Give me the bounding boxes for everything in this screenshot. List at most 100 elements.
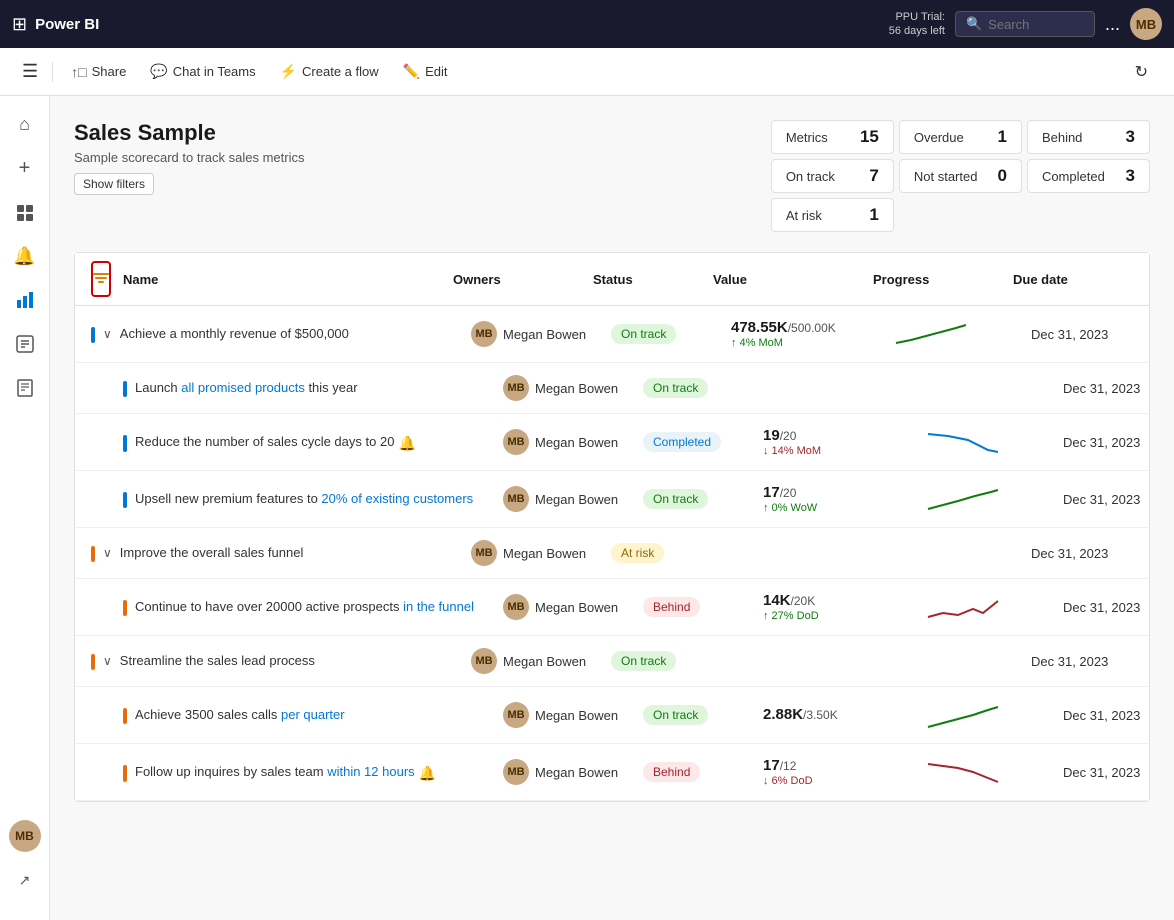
owner-cell: MB Megan Bowen — [503, 702, 643, 728]
name-link[interactable]: per quarter — [281, 707, 345, 722]
owner-name: Megan Bowen — [535, 765, 618, 780]
more-options-button[interactable]: ... — [1105, 14, 1120, 35]
name-link[interactable]: within 12 hours — [327, 764, 414, 779]
refresh-button[interactable]: ↻ — [1125, 56, 1158, 88]
table-headers: Name Owners Status Value Progress Due da… — [123, 272, 1133, 287]
expand-button[interactable]: ∨ — [103, 327, 112, 341]
value-sub: ↑ 0% WoW — [763, 502, 923, 514]
owner-avatar: MB — [503, 429, 529, 455]
status-cell: On track — [611, 324, 731, 344]
user-avatar[interactable]: MB — [1130, 8, 1162, 40]
flow-icon: ⚡ — [280, 63, 297, 80]
owner-avatar: MB — [471, 321, 497, 347]
owner-avatar: MB — [503, 594, 529, 620]
value-main: 478.55K/500.00K — [731, 319, 836, 336]
table-row[interactable]: ∨ Improve the overall sales funnel MB Me… — [75, 528, 1149, 579]
filter-row: Name Owners Status Value Progress Due da… — [75, 253, 1149, 306]
name-with-icon: Follow up inquires by sales team within … — [135, 763, 436, 782]
sidebar-item-home[interactable]: ⌂ — [5, 104, 45, 144]
due-date: Dec 31, 2023 — [1063, 492, 1174, 507]
filter-button[interactable] — [91, 261, 111, 297]
status-cell: On track — [611, 651, 731, 671]
owner-name: Megan Bowen — [535, 708, 618, 723]
toolbar-separator — [52, 62, 53, 82]
owner-cell: MB Megan Bowen — [503, 594, 643, 620]
table-row[interactable]: Follow up inquires by sales team within … — [75, 744, 1149, 801]
header-name: Name — [123, 272, 453, 287]
ppu-trial: PPU Trial: 56 days left — [889, 10, 945, 39]
status-badge: Behind — [643, 597, 700, 617]
expand-button[interactable]: ∨ — [103, 546, 112, 560]
name-link[interactable]: in the funnel — [403, 599, 474, 614]
table-row[interactable]: Reduce the number of sales cycle days to… — [75, 414, 1149, 471]
edit-icon: ✏️ — [403, 63, 420, 80]
table-row[interactable]: Upsell new premium features to 20% of ex… — [75, 471, 1149, 528]
sidebar-item-external[interactable]: ↗ — [5, 860, 45, 900]
table-row[interactable]: Launch all promised products this year M… — [75, 363, 1149, 414]
row-name: Launch all promised products this year — [135, 379, 358, 397]
share-button[interactable]: ↑□ Share — [61, 58, 136, 86]
sidebar-item-browse[interactable] — [5, 192, 45, 232]
table-row[interactable]: ∨ Achieve a monthly revenue of $500,000 … — [75, 306, 1149, 363]
search-input[interactable] — [988, 17, 1088, 32]
header-owners: Owners — [453, 272, 593, 287]
app-name: Power BI — [35, 16, 99, 33]
show-filters-tooltip[interactable]: Show filters — [74, 173, 154, 195]
due-date: Dec 31, 2023 — [1063, 435, 1174, 450]
row-name: Achieve a monthly revenue of $500,000 — [120, 325, 349, 343]
owner-cell: MB Megan Bowen — [471, 540, 611, 566]
name-link[interactable]: all promised products — [181, 380, 305, 395]
progress-cell — [923, 426, 1063, 458]
edit-button[interactable]: ✏️ Edit — [393, 57, 458, 86]
value-cell: 14K/20K ↑ 27% DoD — [763, 592, 923, 622]
bell-notification-icon: 🔔 — [419, 765, 436, 782]
sidebar-bottom: MB ↗ — [5, 820, 45, 912]
scorecard-title: Sales Sample — [74, 120, 304, 146]
name-with-icon: Reduce the number of sales cycle days to… — [135, 433, 416, 452]
value-cell: 17/20 ↑ 0% WoW — [763, 484, 923, 514]
owner-name: Megan Bowen — [503, 327, 586, 342]
table-row[interactable]: Continue to have over 20000 active prosp… — [75, 579, 1149, 636]
expand-button[interactable]: ∨ — [103, 654, 112, 668]
value-sub: ↑ 4% MoM — [731, 337, 891, 349]
row-name: Reduce the number of sales cycle days to… — [135, 433, 394, 451]
sidebar-item-metrics[interactable] — [5, 280, 45, 320]
sidebar-item-notifications[interactable]: 🔔 — [5, 236, 45, 276]
sidebar-item-scorecards[interactable] — [5, 324, 45, 364]
metric-box-overdue: Overdue 1 — [899, 120, 1022, 154]
owner-cell: MB Megan Bowen — [471, 321, 611, 347]
sidebar-avatar[interactable]: MB — [9, 820, 41, 852]
value-cell: 478.55K/500.00K ↑ 4% MoM — [731, 319, 891, 349]
waffle-icon[interactable]: ⊞ — [12, 14, 27, 35]
row-name: Upsell new premium features to 20% of ex… — [135, 490, 473, 508]
metric-box-completed: Completed 3 — [1027, 159, 1150, 193]
table-row[interactable]: Achieve 3500 sales calls per quarter MB … — [75, 687, 1149, 744]
progress-cell — [923, 756, 1063, 788]
value-sub: ↓ 6% DoD — [763, 775, 923, 787]
metric-box-metrics: Metrics 15 — [771, 120, 894, 154]
top-bar: ⊞ Power BI PPU Trial: 56 days left 🔍 ...… — [0, 0, 1174, 48]
progress-cell — [891, 318, 1031, 350]
hamburger-button[interactable]: ☰ — [16, 55, 44, 88]
bell-notification-icon: 🔔 — [398, 435, 415, 452]
value-main: 17/20 — [763, 484, 796, 501]
row-name: Continue to have over 20000 active prosp… — [135, 598, 474, 616]
scorecard-title-area: Sales Sample Sample scorecard to track s… — [74, 120, 304, 195]
header-value: Value — [713, 272, 873, 287]
status-cell: On track — [643, 705, 763, 725]
owner-avatar: MB — [503, 375, 529, 401]
chat-in-teams-button[interactable]: 💬 Chat in Teams — [140, 57, 265, 86]
row-name: Follow up inquires by sales team within … — [135, 763, 415, 781]
search-box[interactable]: 🔍 — [955, 11, 1095, 37]
status-cell: On track — [643, 489, 763, 509]
create-flow-button[interactable]: ⚡ Create a flow — [270, 57, 389, 86]
sidebar-item-reports[interactable] — [5, 368, 45, 408]
sidebar-item-create[interactable]: + — [5, 148, 45, 188]
name-link[interactable]: 20% of existing customers — [321, 491, 473, 506]
status-badge: Completed — [643, 432, 721, 452]
owner-name: Megan Bowen — [535, 381, 618, 396]
row-name-cell: Achieve 3500 sales calls per quarter — [123, 706, 503, 724]
table-row[interactable]: ∨ Streamline the sales lead process MB M… — [75, 636, 1149, 687]
scorecard-subtitle: Sample scorecard to track sales metrics — [74, 150, 304, 165]
owner-cell: MB Megan Bowen — [503, 375, 643, 401]
